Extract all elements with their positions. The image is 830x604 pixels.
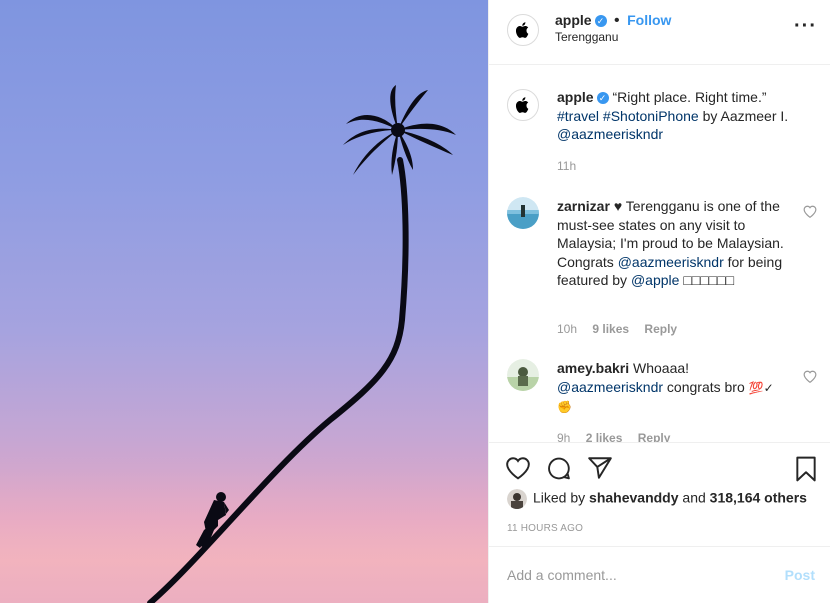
zarnizar-avatar-image	[507, 197, 539, 229]
verified-badge-icon: ✓	[596, 92, 609, 105]
hashtag-travel[interactable]: #travel	[557, 108, 599, 124]
caption-meta: 11h	[557, 159, 588, 173]
comment-body: Whoaaa!	[633, 360, 690, 376]
comment-meta: 9h 2 likes Reply	[557, 431, 682, 442]
verified-badge-icon: ✓	[594, 14, 607, 27]
avatar[interactable]	[507, 359, 539, 391]
comment-mention[interactable]: @aazmeeriskndr	[557, 379, 663, 395]
header-username[interactable]: apple	[555, 12, 592, 28]
post-timestamp[interactable]: 11 HOURS AGO	[507, 523, 583, 534]
comment-time[interactable]: 10h	[557, 322, 577, 336]
comment-heart-icon[interactable]	[803, 205, 817, 223]
add-comment-input[interactable]: Add a comment...	[507, 567, 617, 583]
comment-username[interactable]: amey.bakri	[557, 360, 629, 376]
apple-logo-icon	[516, 97, 529, 113]
comment-body: congrats bro	[666, 378, 745, 395]
heart-icon[interactable]	[505, 456, 531, 485]
comment-text: amey.bakri Whoaaa! @aazmeeriskndr congra…	[557, 359, 787, 417]
bookmark-icon[interactable]	[795, 456, 817, 487]
comment-likes[interactable]: 9 likes	[592, 322, 629, 336]
paper-plane-icon[interactable]	[587, 456, 613, 485]
comment-text: zarnizar ♥ Terengganu is one of the must…	[557, 197, 787, 290]
caption-username[interactable]: apple	[557, 89, 594, 105]
more-horizontal-icon[interactable]: ···	[794, 16, 817, 36]
likes-summary: Liked by shahevanddy and 318,164 others	[507, 489, 807, 509]
caption-mention[interactable]: @aazmeeriskndr	[557, 126, 663, 142]
liker-avatar[interactable]	[507, 489, 527, 509]
comment-time[interactable]: 9h	[557, 431, 570, 442]
post-button[interactable]: Post	[785, 567, 815, 583]
likes-count[interactable]: 318,164 others	[710, 490, 807, 506]
post-header: apple ✓ • Follow Terengganu ···	[489, 0, 830, 65]
comment-icon[interactable]	[546, 456, 572, 486]
amey-avatar-image	[507, 359, 539, 391]
caption-avatar[interactable]	[507, 89, 539, 121]
likes-and: and	[682, 489, 706, 506]
comment-username[interactable]: zarnizar	[557, 198, 610, 214]
location-link[interactable]: Terengganu	[555, 30, 618, 44]
comment-meta: 10h 9 likes Reply	[557, 322, 689, 336]
palm-tree-photo	[0, 85, 488, 603]
reply-button[interactable]: Reply	[638, 431, 671, 442]
comment-mention[interactable]: @apple	[631, 272, 679, 288]
avatar[interactable]	[507, 197, 539, 229]
caption-quote: “Right place. Right time.”	[612, 89, 767, 105]
comment-heart-icon[interactable]	[803, 370, 817, 388]
comments-list[interactable]: apple ✓ “Right place. Right time.” #trave…	[489, 65, 830, 443]
caption-by: by Aazmeer I.	[702, 107, 789, 124]
hashtag-shotoniphone[interactable]: #ShotoniPhone	[603, 108, 699, 124]
liker-username[interactable]: shahevanddy	[589, 490, 678, 506]
separator-dot: •	[614, 12, 620, 29]
apple-logo-icon	[516, 22, 529, 38]
apple-avatar[interactable]	[507, 14, 539, 46]
caption-time[interactable]: 11h	[557, 159, 576, 173]
add-comment-bar: Add a comment... Post	[489, 546, 830, 604]
post-photo[interactable]	[0, 0, 488, 603]
likes-prefix: Liked by	[533, 489, 586, 506]
comment-body: □□□□□□	[683, 272, 735, 288]
comment-mention[interactable]: @aazmeeriskndr	[618, 254, 724, 270]
caption-text: apple ✓ “Right place. Right time.” #trave…	[557, 88, 802, 144]
post-panel: apple ✓ • Follow Terengganu ··· apple ✓ “R…	[488, 0, 830, 603]
reply-button[interactable]: Reply	[644, 322, 677, 336]
comment-likes[interactable]: 2 likes	[586, 431, 623, 442]
follow-button[interactable]: Follow	[627, 12, 671, 28]
